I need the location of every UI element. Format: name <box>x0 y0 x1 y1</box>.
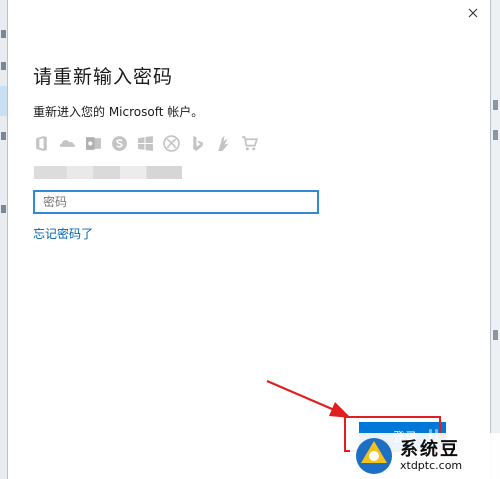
dialog-title: 请重新输入密码 <box>33 66 174 88</box>
watermark-logo-icon <box>356 438 392 474</box>
xbox-icon <box>161 133 181 153</box>
store-icon <box>239 133 259 153</box>
password-input[interactable] <box>33 190 319 214</box>
microsoft-services-icons <box>31 133 259 153</box>
msn-icon <box>213 133 233 153</box>
watermark-url: xtdptc.com <box>400 458 463 472</box>
windows-icon <box>135 133 155 153</box>
reenter-password-dialog: 请重新输入密码 重新进入您的 Microsoft 帐户。 忘记密码了 <box>8 0 490 479</box>
watermark-text: 系统豆 <box>400 439 460 461</box>
site-watermark: 系统豆 xtdptc.com <box>350 433 500 479</box>
close-button[interactable] <box>456 0 490 26</box>
forgot-password-link[interactable]: 忘记密码了 <box>33 225 93 242</box>
dialog-subtitle: 重新进入您的 Microsoft 帐户。 <box>33 105 204 119</box>
background-window-right <box>490 0 500 479</box>
account-name-blurred <box>34 166 182 179</box>
onedrive-icon <box>57 133 77 153</box>
bing-icon <box>187 133 207 153</box>
outlook-icon <box>83 133 103 153</box>
office-icon <box>31 133 51 153</box>
annotation-arrow <box>266 379 351 418</box>
close-icon <box>468 8 478 18</box>
skype-icon <box>109 133 129 153</box>
